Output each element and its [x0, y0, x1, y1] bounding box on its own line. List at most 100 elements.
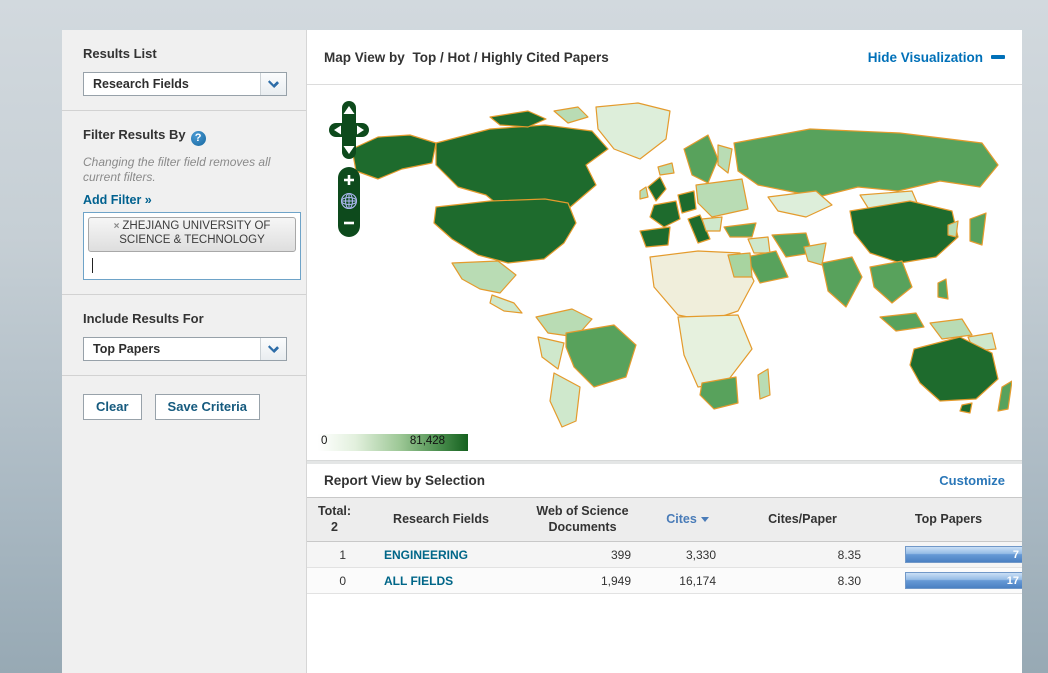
filter-tag[interactable]: ×ZHEJIANG UNIVERSITY OF SCIENCE & TECHNO… — [88, 217, 296, 252]
app-window: Results List Research Fields Filter Resu… — [62, 30, 1022, 673]
map-view-title: Map View by Top / Hot / Highly Cited Pap… — [324, 50, 609, 65]
include-results-section: Include Results For Top Papers — [62, 295, 306, 376]
map-controls — [329, 101, 369, 244]
country-philippines — [938, 279, 948, 299]
country-spain — [640, 227, 670, 247]
balkans — [702, 217, 722, 231]
collapse-minus-icon — [991, 55, 1005, 59]
central-america — [490, 295, 522, 313]
filter-heading: Filter Results By? — [83, 127, 286, 146]
map-color-legend: 0 81,428 — [318, 434, 468, 451]
row-cites: 16,174 — [645, 568, 730, 594]
hide-visualization-label: Hide Visualization — [868, 50, 983, 65]
map-view-title-value: Top / Hot / Highly Cited Papers — [413, 50, 609, 65]
chevron-down-icon — [268, 76, 279, 87]
filter-section: Filter Results By? Changing the filter f… — [62, 111, 306, 295]
save-criteria-button[interactable]: Save Criteria — [155, 394, 261, 420]
filter-note-line2: current filters. — [83, 170, 286, 185]
country-iceland — [658, 163, 674, 175]
filter-tag-label: ZHEJIANG UNIVERSITY OF SCIENCE & TECHNOL… — [119, 220, 270, 246]
row-field: ALL FIELDS — [362, 568, 520, 594]
results-list-selected-value: Research Fields — [84, 77, 189, 91]
field-link-all-fields[interactable]: ALL FIELDS — [384, 574, 453, 588]
country-south-africa — [700, 377, 738, 409]
country-pakistan — [804, 243, 826, 265]
column-header-wos-documents[interactable]: Web of Science Documents — [520, 498, 645, 542]
results-list-select[interactable]: Research Fields — [83, 72, 287, 96]
report-table: Total: 2 Research Fields Web of Science … — [307, 497, 1022, 594]
table-row[interactable]: 0 ALL FIELDS 1,949 16,174 8.30 17 — [307, 568, 1022, 594]
table-row[interactable]: 1 ENGINEERING 399 3,330 8.35 7 — [307, 542, 1022, 568]
text-caret — [92, 258, 93, 273]
country-turkey — [724, 223, 756, 237]
sidebar: Results List Research Fields Filter Resu… — [62, 30, 307, 673]
country-norway-sweden — [684, 135, 718, 183]
include-results-selected-value: Top Papers — [84, 342, 160, 356]
country-indonesia — [880, 313, 924, 331]
chevron-down-icon — [268, 341, 279, 352]
row-field: ENGINEERING — [362, 542, 520, 568]
report-header: Report View by Selection Customize — [307, 464, 1022, 497]
column-header-cites-per-paper[interactable]: Cites/Paper — [730, 498, 875, 542]
column-header-research-fields[interactable]: Research Fields — [362, 498, 520, 542]
country-france — [650, 201, 680, 227]
zoom-control[interactable] — [338, 167, 360, 237]
country-usa — [434, 199, 576, 263]
row-count: 0 — [307, 568, 362, 594]
results-list-select-arrow[interactable] — [260, 73, 286, 95]
country-uk — [648, 177, 666, 201]
add-filter-link[interactable]: Add Filter » — [83, 193, 152, 207]
report-view-title: Report View by Selection — [324, 473, 485, 488]
results-list-section: Results List Research Fields — [62, 30, 306, 111]
country-peru — [538, 337, 564, 369]
remove-tag-icon[interactable]: × — [114, 221, 120, 232]
country-madagascar — [758, 369, 770, 399]
filter-note-line1: Changing the filter field removes all — [83, 155, 286, 170]
row-cites-per-paper: 8.30 — [730, 568, 875, 594]
hide-visualization-link[interactable]: Hide Visualization — [868, 50, 1005, 65]
field-link-engineering[interactable]: ENGINEERING — [384, 548, 468, 562]
country-india — [822, 257, 862, 307]
top-papers-bar: 7 — [905, 546, 1022, 563]
eastern-europe — [696, 179, 748, 217]
country-new-zealand — [998, 381, 1012, 411]
country-mexico — [452, 261, 516, 293]
row-cites-per-paper: 8.35 — [730, 542, 875, 568]
help-icon[interactable]: ? — [191, 131, 206, 146]
cites-label: Cites — [666, 512, 697, 526]
row-top-papers-cell: 17 — [875, 568, 1022, 594]
legend-min-value: 0 — [321, 435, 327, 447]
column-header-cites[interactable]: Cites — [645, 498, 730, 542]
world-map-visualization: 0 81,428 — [307, 85, 1022, 460]
include-results-select-arrow[interactable] — [260, 338, 286, 360]
include-results-select[interactable]: Top Papers — [83, 337, 287, 361]
visualization-header: Map View by Top / Hot / Highly Cited Pap… — [307, 30, 1022, 85]
filter-heading-label: Filter Results By — [83, 127, 186, 142]
column-header-top-papers[interactable]: Top Papers — [875, 498, 1022, 542]
main-panel: Map View by Top / Hot / Highly Cited Pap… — [307, 30, 1022, 673]
column-header-total: Total: 2 — [307, 498, 362, 542]
sort-arrow-icon — [701, 517, 709, 522]
total-label: Total: — [309, 504, 360, 520]
row-wos-documents: 1,949 — [520, 568, 645, 594]
include-results-heading: Include Results For — [83, 311, 286, 326]
country-ireland — [640, 187, 648, 199]
sub-saharan-africa — [678, 315, 752, 387]
country-germany — [678, 191, 696, 213]
filter-input-box[interactable]: ×ZHEJIANG UNIVERSITY OF SCIENCE & TECHNO… — [83, 212, 301, 280]
clear-button[interactable]: Clear — [83, 394, 142, 420]
customize-link[interactable]: Customize — [939, 473, 1005, 488]
country-iraq-syria — [748, 237, 770, 253]
country-russia — [734, 129, 998, 197]
row-count: 1 — [307, 542, 362, 568]
map-view-title-prefix: Map View by — [324, 50, 405, 65]
map-control-icons — [329, 101, 369, 239]
report-table-header-row: Total: 2 Research Fields Web of Science … — [307, 498, 1022, 542]
results-list-heading: Results List — [83, 46, 286, 61]
world-choropleth-map[interactable] — [340, 91, 1012, 431]
total-value: 2 — [309, 520, 360, 536]
country-brazil — [566, 325, 636, 387]
pan-control[interactable] — [329, 101, 369, 159]
country-greenland — [596, 103, 670, 159]
arctic-islands — [490, 111, 546, 127]
